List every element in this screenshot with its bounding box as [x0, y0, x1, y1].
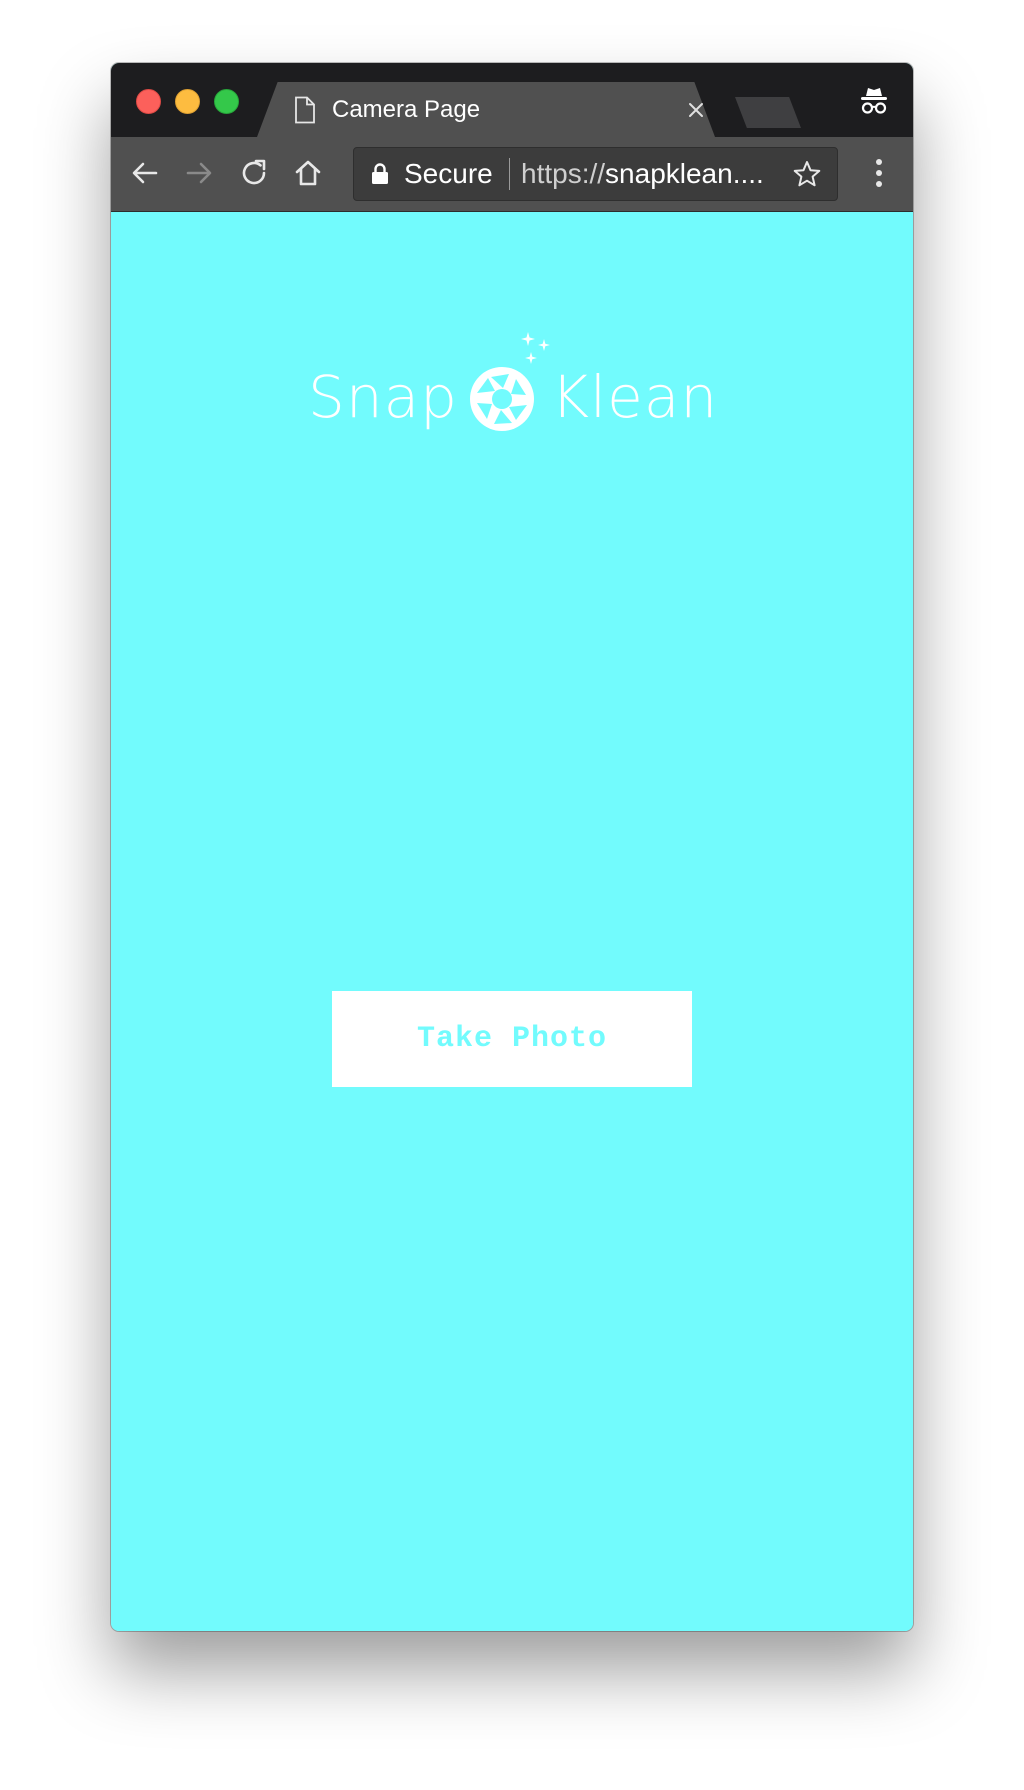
- close-icon[interactable]: [685, 99, 707, 121]
- url-host: snapklean....: [605, 158, 764, 189]
- logo-word-klean: Klean: [551, 363, 719, 431]
- new-tab-button[interactable]: [735, 97, 801, 128]
- take-photo-button[interactable]: Take Photo: [332, 991, 692, 1087]
- security-label: Secure: [404, 158, 493, 189]
- incognito-icon[interactable]: [857, 85, 891, 119]
- back-arrow-icon[interactable]: [129, 157, 161, 189]
- url-text[interactable]: https://snapklean....: [521, 158, 764, 190]
- url-scheme: https://: [521, 158, 606, 189]
- page-icon: [295, 96, 315, 124]
- reload-icon[interactable]: [238, 157, 270, 189]
- close-window-button[interactable]: [136, 89, 161, 114]
- maximize-window-button[interactable]: [214, 89, 239, 114]
- star-icon[interactable]: [792, 159, 822, 189]
- minimize-window-button[interactable]: [175, 89, 200, 114]
- tab-camera-page[interactable]: [257, 82, 715, 137]
- browser-toolbar: Secure https://snapklean....: [111, 137, 913, 212]
- forward-arrow-icon[interactable]: [183, 157, 215, 189]
- address-bar[interactable]: Secure https://snapklean....: [353, 147, 838, 201]
- browser-window: Camera Page Secure https://snapklean....…: [111, 63, 913, 1631]
- tab-title: Camera Page: [332, 96, 481, 123]
- home-icon[interactable]: [292, 157, 324, 189]
- logo-word-snap: Snap: [308, 363, 458, 431]
- three-dot-menu-icon[interactable]: [869, 156, 889, 190]
- snapklean-logo: Snap Klean: [308, 330, 718, 440]
- address-divider: [509, 158, 510, 190]
- page-content: Snap Klean Take Photo: [111, 212, 913, 1631]
- tab-strip: Camera Page: [111, 63, 913, 137]
- camera-aperture-icon: [470, 367, 534, 431]
- lock-icon: [372, 163, 388, 184]
